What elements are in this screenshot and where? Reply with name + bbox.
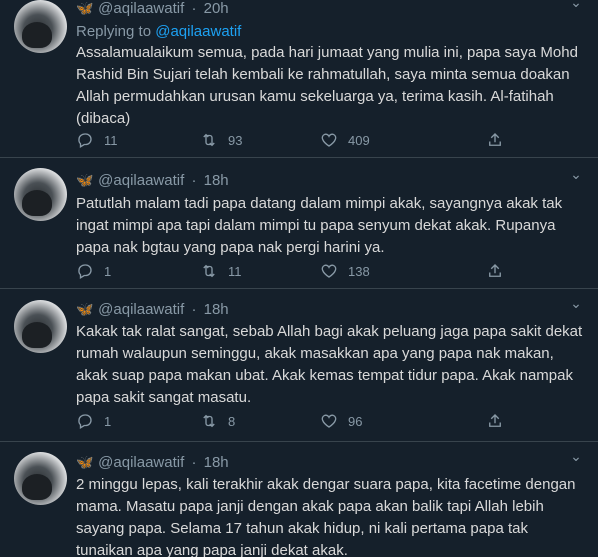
chevron-down-icon[interactable]: ⌄ — [568, 166, 584, 183]
like-button[interactable]: 96 — [320, 411, 362, 431]
tweet-actions: 1 8 96 — [76, 411, 576, 431]
tweet-text: 2 minggu lepas, kali terakhir akak denga… — [76, 476, 576, 557]
reply-icon — [78, 414, 92, 429]
retweet-count: 8 — [228, 413, 236, 429]
tweet[interactable]: 🦋 @aqilaawatif · 18h ⌄ Patutlah malam ta… — [0, 158, 598, 289]
reply-icon — [78, 133, 92, 148]
reply-count: 1 — [104, 413, 112, 429]
tweet[interactable]: 🦋 @aqilaawatif · 18h ⌄ 2 minggu lepas, k… — [0, 442, 598, 557]
separator-dot: · — [191, 301, 197, 318]
share-button[interactable] — [486, 411, 504, 431]
share-icon — [489, 264, 501, 277]
retweet-icon — [203, 264, 215, 278]
reply-button[interactable]: 1 — [76, 261, 111, 281]
avatar[interactable] — [14, 168, 67, 221]
share-icon — [489, 414, 501, 427]
tweet-thread: 🦋 @aqilaawatif · 20h ⌄ Replying to @aqil… — [0, 0, 598, 557]
tweet-header: 🦋 @aqilaawatif · 18h — [76, 170, 229, 191]
tweet-actions: 11 93 409 — [76, 130, 576, 150]
like-count: 409 — [348, 132, 370, 148]
reply-icon — [78, 264, 92, 279]
tweet-time[interactable]: 18h — [204, 172, 229, 189]
mention-link[interactable]: @aqilaawatif — [155, 23, 241, 40]
retweet-count: 11 — [228, 263, 242, 279]
avatar[interactable] — [14, 300, 67, 353]
replying-to: Replying to @aqilaawatif — [76, 22, 241, 42]
butterfly-icon: 🦋 — [76, 0, 94, 16]
tweet-time[interactable]: 18h — [204, 454, 229, 471]
chevron-down-icon[interactable]: ⌄ — [568, 0, 584, 11]
butterfly-icon: 🦋 — [76, 454, 94, 470]
user-handle[interactable]: @aqilaawatif — [98, 0, 184, 17]
tweet-time[interactable]: 18h — [204, 301, 229, 318]
tweet-actions: 1 11 138 — [76, 261, 576, 281]
replying-to-label: Replying to — [76, 23, 156, 40]
tweet[interactable]: 🦋 @aqilaawatif · 18h ⌄ Kakak tak ralat s… — [0, 289, 598, 442]
tweet-text: Assalamualaikum semua, pada hari jumaat … — [76, 44, 578, 127]
heart-icon — [321, 264, 337, 278]
like-count: 96 — [348, 413, 363, 429]
avatar[interactable] — [14, 0, 67, 53]
like-count: 138 — [348, 263, 370, 279]
user-handle[interactable]: @aqilaawatif — [98, 454, 184, 471]
reply-count: 1 — [104, 263, 112, 279]
retweet-icon — [203, 133, 215, 147]
share-button[interactable] — [486, 261, 504, 281]
tweet-header: 🦋 @aqilaawatif · 18h — [76, 452, 229, 473]
tweet-header: 🦋 @aqilaawatif · 18h — [76, 299, 229, 320]
separator-dot: · — [191, 172, 197, 189]
avatar[interactable] — [14, 452, 67, 505]
share-icon — [489, 133, 501, 146]
tweet[interactable]: 🦋 @aqilaawatif · 20h ⌄ Replying to @aqil… — [0, 0, 598, 158]
retweet-button[interactable]: 8 — [200, 411, 235, 431]
butterfly-icon: 🦋 — [76, 172, 94, 188]
tweet-text: Patutlah malam tadi papa datang dalam mi… — [76, 195, 563, 256]
chevron-down-icon[interactable]: ⌄ — [568, 295, 584, 312]
retweet-count: 93 — [228, 132, 243, 148]
user-handle[interactable]: @aqilaawatif — [98, 301, 184, 318]
reply-button[interactable]: 1 — [76, 411, 111, 431]
retweet-icon — [203, 414, 215, 428]
retweet-button[interactable]: 11 — [200, 261, 242, 281]
reply-count: 11 — [104, 132, 118, 148]
heart-icon — [321, 133, 337, 147]
retweet-button[interactable]: 93 — [200, 130, 242, 150]
tweet-text: Kakak tak ralat sangat, sebab Allah bagi… — [76, 323, 583, 406]
butterfly-icon: 🦋 — [76, 301, 94, 317]
chevron-down-icon[interactable]: ⌄ — [568, 448, 584, 465]
like-button[interactable]: 138 — [320, 261, 370, 281]
like-button[interactable]: 409 — [320, 130, 370, 150]
share-button[interactable] — [486, 130, 504, 150]
heart-icon — [321, 414, 337, 428]
reply-button[interactable]: 11 — [76, 130, 118, 150]
tweet-header: 🦋 @aqilaawatif · 20h — [76, 0, 229, 19]
separator-dot: · — [191, 0, 197, 17]
tweet-time[interactable]: 20h — [204, 0, 229, 17]
user-handle[interactable]: @aqilaawatif — [98, 172, 184, 189]
separator-dot: · — [191, 454, 197, 471]
